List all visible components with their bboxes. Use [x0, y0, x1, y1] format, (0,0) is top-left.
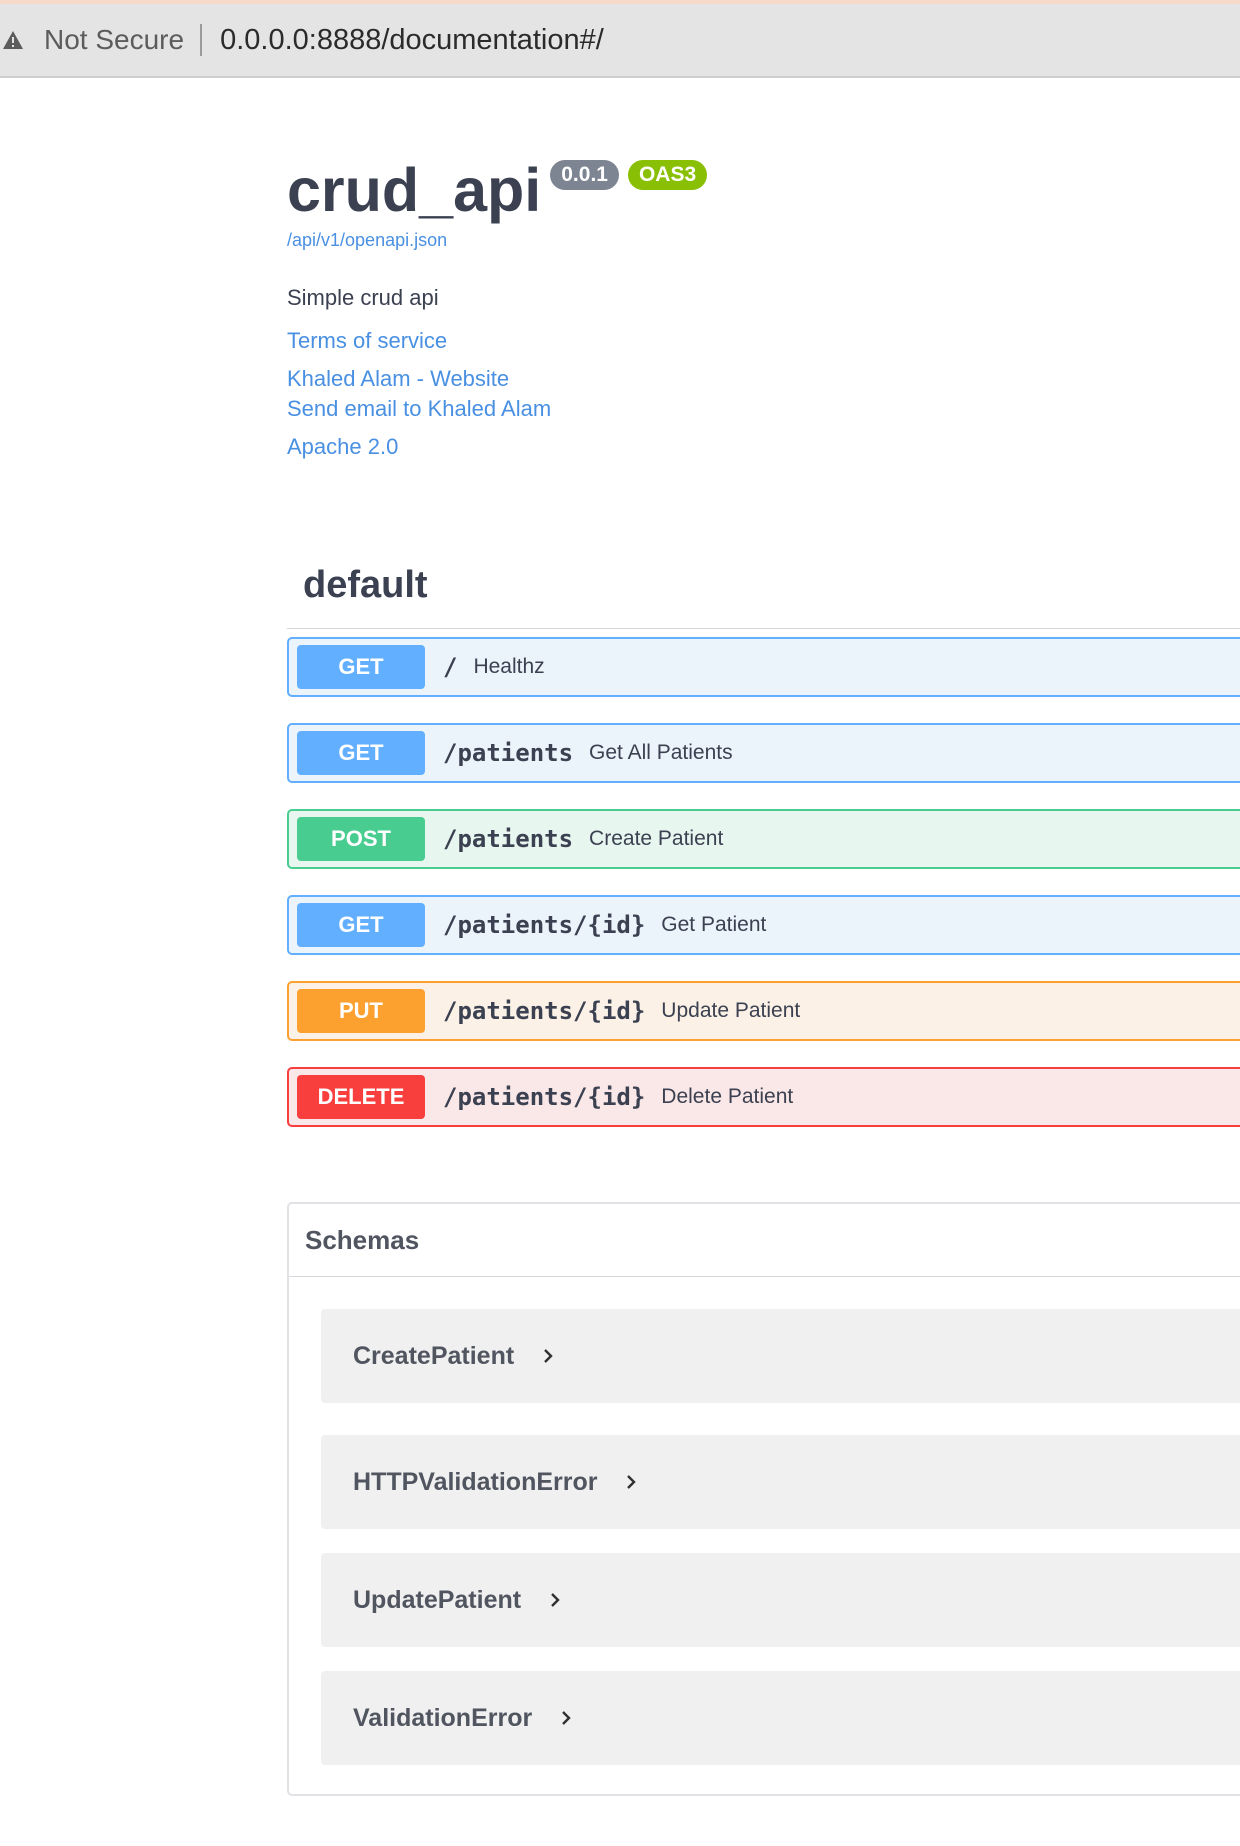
url-separator — [200, 24, 203, 56]
version-badge: 0.0.1 — [550, 160, 619, 190]
tag-section-title[interactable]: default — [303, 564, 428, 607]
operation-path: /patients — [443, 825, 574, 853]
model-createpatient[interactable]: CreatePatient — [321, 1309, 1240, 1403]
operation-path: /patients/{id} — [443, 1083, 646, 1111]
operation-summary: Get Patient — [661, 913, 767, 936]
operation-path: / — [443, 653, 458, 681]
model-httpvalidationerror[interactable]: HTTPValidationError — [321, 1435, 1240, 1529]
operation-put-patient[interactable]: PUT /patients/{id} Update Patient — [287, 981, 1240, 1041]
method-badge: PUT — [297, 989, 425, 1033]
model-name: CreatePatient — [353, 1341, 515, 1370]
warning-triangle-icon — [0, 27, 26, 53]
oas-badge: OAS3 — [627, 160, 708, 190]
operation-path: /patients/{id} — [443, 997, 646, 1025]
section-divider — [287, 628, 1240, 629]
chevron-right-icon — [560, 1710, 576, 1726]
schemas-panel: Schemas CreatePatient HTTPValidationErro… — [287, 1202, 1240, 1796]
chevron-right-icon — [549, 1592, 565, 1608]
operation-get-patient[interactable]: GET /patients/{id} Get Patient — [287, 895, 1240, 955]
operation-summary: Healthz — [473, 655, 545, 678]
operation-post-patients[interactable]: POST /patients Create Patient — [287, 809, 1240, 869]
api-description: Simple crud api — [287, 285, 439, 310]
chevron-right-icon — [542, 1348, 558, 1364]
terms-of-service-link[interactable]: Terms of service — [287, 328, 447, 354]
api-title: crud_api — [287, 156, 542, 224]
method-badge: GET — [297, 903, 425, 947]
operation-summary: Get All Patients — [589, 741, 733, 764]
security-label[interactable]: Not Secure — [44, 24, 184, 56]
method-badge: DELETE — [297, 1075, 425, 1119]
method-badge: GET — [297, 645, 425, 689]
address-bar[interactable]: Not Secure 0.0.0.0:8888/documentation#/ — [0, 4, 1240, 78]
url-text[interactable]: 0.0.0.0:8888/documentation#/ — [220, 24, 604, 57]
schemas-title: Schemas — [305, 1224, 420, 1255]
model-updatepatient[interactable]: UpdatePatient — [321, 1553, 1240, 1647]
chevron-right-icon — [625, 1474, 641, 1490]
model-name: UpdatePatient — [353, 1585, 522, 1614]
model-name: HTTPValidationError — [353, 1467, 598, 1496]
operation-summary: Update Patient — [661, 999, 801, 1022]
model-validationerror[interactable]: ValidationError — [321, 1671, 1240, 1765]
operation-path: /patients/{id} — [443, 911, 646, 939]
operation-summary: Delete Patient — [661, 1085, 794, 1108]
method-badge: GET — [297, 731, 425, 775]
spec-url-link[interactable]: /api/v1/openapi.json — [287, 230, 447, 251]
operation-summary: Create Patient — [589, 827, 724, 850]
operation-delete-patient[interactable]: DELETE /patients/{id} Delete Patient — [287, 1067, 1240, 1127]
api-title-row: crud_api 0.0.1 OAS3 — [287, 155, 708, 225]
operation-path: /patients — [443, 739, 574, 767]
contact-website-link[interactable]: Khaled Alam - Website — [287, 366, 509, 392]
method-badge: POST — [297, 817, 425, 861]
model-name: ValidationError — [353, 1703, 533, 1732]
operation-get-healthz[interactable]: GET / Healthz — [287, 637, 1240, 697]
license-link[interactable]: Apache 2.0 — [287, 434, 398, 460]
operation-get-patients[interactable]: GET /patients Get All Patients — [287, 723, 1240, 783]
contact-email-link[interactable]: Send email to Khaled Alam — [287, 396, 551, 422]
schemas-header[interactable]: Schemas — [289, 1204, 1240, 1277]
